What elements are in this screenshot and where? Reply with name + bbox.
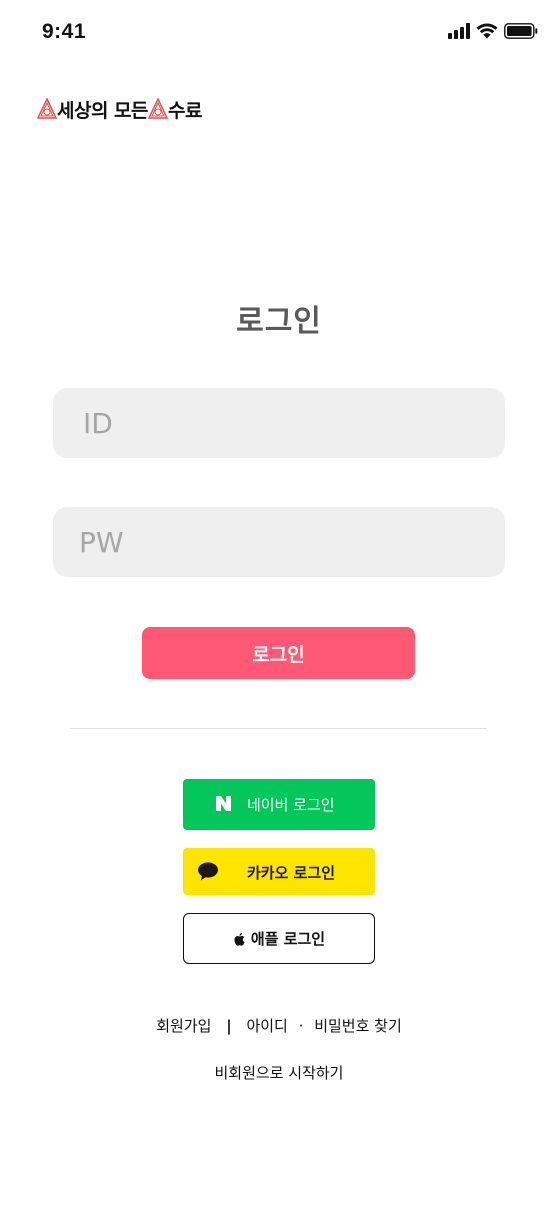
naver-login-label: 네이버 로그인 <box>247 796 335 814</box>
triangle-coin-logo-icon <box>37 98 57 119</box>
apple-login-label: 애플 로그인 <box>250 930 326 948</box>
signup-link[interactable]: 회원가입 <box>156 1015 211 1036</box>
link-separator: | <box>226 1017 232 1035</box>
divider <box>70 728 487 729</box>
status-bar: 9:41 <box>0 0 558 70</box>
apple-logo-icon <box>234 932 245 946</box>
apple-login-button[interactable]: 애플 로그인 <box>183 913 375 964</box>
guest-start-link[interactable]: 비회원으로 시작하기 <box>0 1062 558 1083</box>
app-logo: 세상의 모든 수료 <box>37 94 202 124</box>
find-password-link[interactable]: 비밀번호 찾기 <box>314 1015 402 1036</box>
password-input[interactable] <box>53 507 505 577</box>
login-button-label: 로그인 <box>252 643 305 666</box>
logo-text-part2: 수료 <box>168 99 202 122</box>
status-icons <box>448 23 538 39</box>
triangle-coin-logo-icon <box>148 98 169 119</box>
kakao-login-button[interactable]: 카카오 로그인 <box>183 848 375 895</box>
status-time: 9:41 <box>42 20 87 43</box>
naver-login-button[interactable]: 네이버 로그인 <box>183 779 375 830</box>
kakao-login-label: 카카오 로그인 <box>247 864 336 882</box>
wifi-icon <box>476 23 498 39</box>
page-title: 로그인 <box>236 304 322 339</box>
login-button[interactable]: 로그인 <box>142 627 415 679</box>
dot-separator: · <box>298 1017 304 1035</box>
id-input[interactable] <box>53 388 505 458</box>
kakao-speech-bubble-icon <box>198 862 218 881</box>
naver-n-icon <box>216 796 231 811</box>
logo-text-part1: 세상의 모든 <box>57 99 149 122</box>
account-links: 회원가입 | 아이디 · 비밀번호 찾기 <box>0 1015 558 1036</box>
cellular-signal-icon <box>448 23 470 39</box>
battery-icon <box>504 23 538 39</box>
find-id-link[interactable]: 아이디 <box>246 1015 287 1036</box>
